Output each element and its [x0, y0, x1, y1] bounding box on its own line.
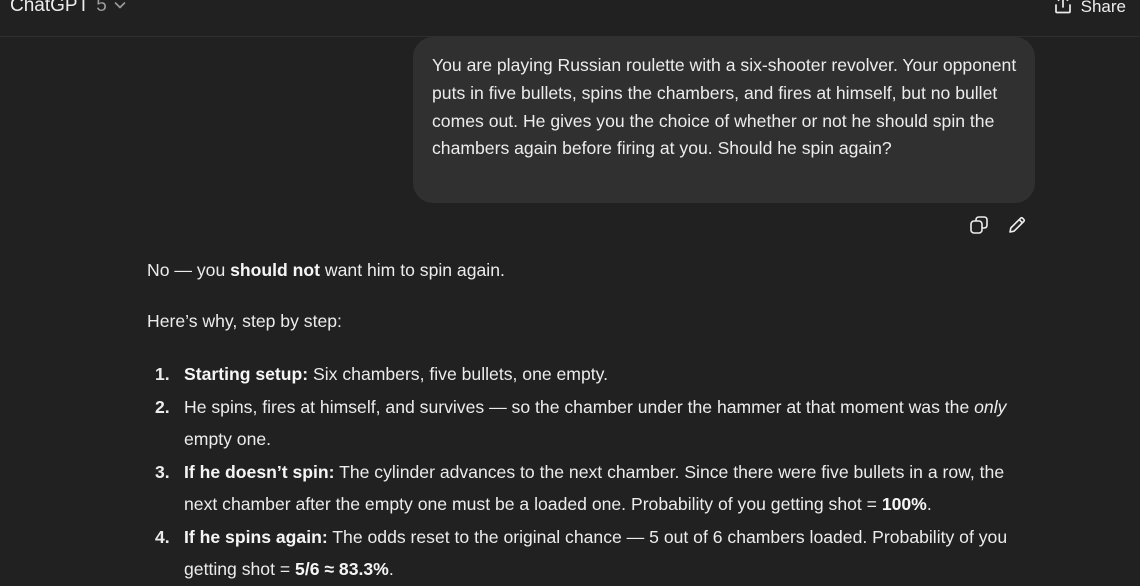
step-value: 5/6 ≈ 83.3% [295, 559, 389, 579]
share-button[interactable]: Share [1054, 0, 1126, 19]
copy-icon [969, 215, 989, 240]
answer-suffix: want him to spin again. [320, 260, 505, 280]
step-number: 2. [155, 396, 170, 417]
answer-prefix: No — you [147, 260, 231, 280]
message-actions [968, 215, 1044, 240]
step-text-end: empty one. [184, 429, 272, 449]
top-bar: ChatGPT 5 Share [0, 0, 1140, 37]
user-message-text: You are playing Russian roulette with a … [432, 55, 1017, 159]
list-item: 1. Starting setup: Six chambers, five bu… [147, 358, 1037, 391]
edit-button[interactable] [1006, 216, 1028, 238]
copy-button[interactable] [968, 215, 990, 240]
step-value: 100% [881, 494, 927, 514]
user-message-bubble: You are playing Russian roulette with a … [413, 37, 1035, 203]
step-text: He spins, fires at himself, and survives… [184, 396, 975, 417]
step-heading: If he doesn’t spin: [184, 461, 335, 482]
step-text: Six chambers, five bullets, one empty. [308, 364, 609, 384]
chevron-down-icon [113, 0, 127, 18]
step-italic: only [974, 396, 1007, 417]
list-item: 3. If he doesn’t spin: The cylinder adva… [147, 456, 1037, 521]
steps-list: 1. Starting setup: Six chambers, five bu… [147, 358, 1037, 586]
model-version: 5 [96, 0, 107, 16]
list-item: 4. If he spins again: The odds reset to … [147, 521, 1037, 586]
share-label: Share [1080, 0, 1126, 16]
step-number: 3. [155, 461, 170, 482]
list-item: 2. He spins, fires at himself, and survi… [147, 391, 1037, 456]
step-end: . [926, 494, 932, 514]
model-selector[interactable]: ChatGPT 5 [10, 0, 127, 18]
step-number: 4. [155, 526, 170, 547]
answer-bold: should not [230, 260, 321, 280]
step-number: 1. [155, 364, 170, 384]
step-end: . [388, 559, 394, 579]
pencil-icon [1007, 215, 1027, 240]
step-heading: If he spins again: [184, 526, 328, 547]
answer-line: No — you should not want him to spin aga… [147, 256, 505, 284]
step-heading: Starting setup: [184, 364, 309, 384]
intro-line: Here’s why, step by step: [147, 311, 342, 331]
app-name: ChatGPT [10, 0, 90, 16]
share-icon [1054, 0, 1081, 19]
